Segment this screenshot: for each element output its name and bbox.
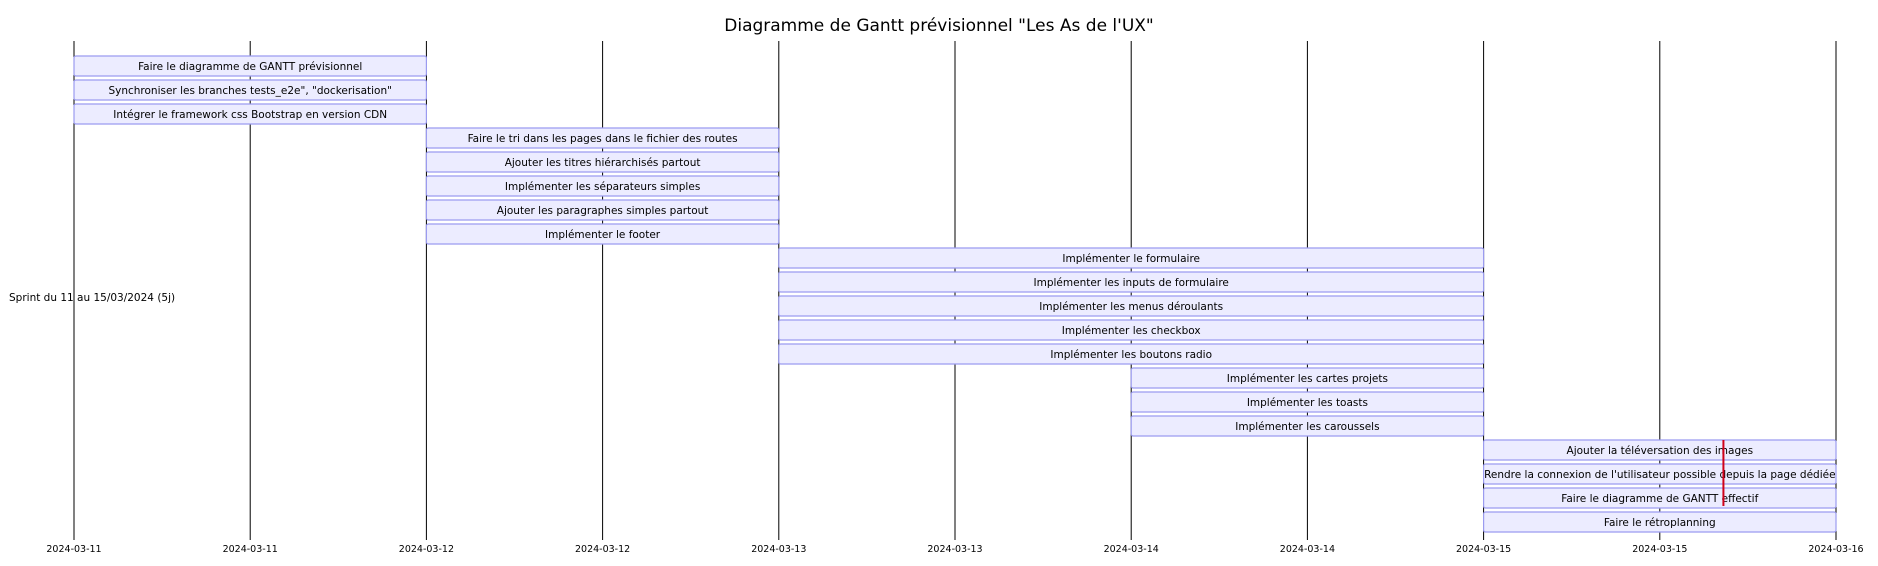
task-label: Ajouter les paragraphes simples partout bbox=[497, 205, 709, 217]
task-label: Implémenter les toasts bbox=[1247, 397, 1368, 409]
task-label: Rendre la connexion de l'utilisateur pos… bbox=[1484, 469, 1835, 481]
x-tick-label: 2024-03-13 bbox=[927, 544, 982, 555]
x-tick-label: 2024-03-15 bbox=[1632, 544, 1687, 555]
task-label: Faire le tri dans les pages dans le fich… bbox=[468, 133, 738, 145]
task-label: Synchroniser les branches tests_e2e", "d… bbox=[108, 85, 392, 97]
x-tick-label: 2024-03-13 bbox=[751, 544, 806, 555]
task-label: Faire le diagramme de GANTT prévisionnel bbox=[138, 61, 362, 73]
x-tick-label: 2024-03-14 bbox=[1280, 544, 1335, 555]
task-label: Implémenter les cartes projets bbox=[1227, 373, 1388, 385]
task-label: Implémenter les séparateurs simples bbox=[505, 181, 700, 193]
task-label: Implémenter le formulaire bbox=[1062, 253, 1200, 265]
task-label: Implémenter les caroussels bbox=[1235, 421, 1379, 433]
task-label: Ajouter la téléversation des images bbox=[1567, 445, 1754, 457]
task-label: Intégrer le framework css Bootstrap en v… bbox=[113, 109, 387, 121]
task-label: Implémenter les menus déroulants bbox=[1039, 301, 1223, 313]
x-tick-label: 2024-03-12 bbox=[399, 544, 454, 555]
x-tick-label: 2024-03-14 bbox=[1104, 544, 1159, 555]
section-label: Sprint du 11 au 15/03/2024 (5j) bbox=[9, 292, 175, 304]
chart-title: Diagramme de Gantt prévisionnel "Les As … bbox=[724, 16, 1154, 36]
task-label: Ajouter les titres hiérarchisés partout bbox=[505, 157, 701, 169]
x-tick-label: 2024-03-11 bbox=[223, 544, 278, 555]
task-label: Implémenter les inputs de formulaire bbox=[1034, 277, 1229, 289]
x-axis-ticks: 2024-03-11 2024-03-11 2024-03-12 2024-03-12… bbox=[46, 544, 1863, 555]
x-tick-label: 2024-03-11 bbox=[46, 544, 101, 555]
x-tick-label: 2024-03-12 bbox=[575, 544, 630, 555]
task-label: Implémenter les boutons radio bbox=[1050, 349, 1212, 361]
x-tick-label: 2024-03-16 bbox=[1808, 544, 1863, 555]
task-label: Faire le diagramme de GANTT effectif bbox=[1561, 493, 1758, 505]
x-tick-label: 2024-03-15 bbox=[1456, 544, 1511, 555]
task-label: Implémenter le footer bbox=[545, 229, 661, 241]
task-label: Faire le rétroplanning bbox=[1604, 517, 1716, 529]
gantt-chart: Diagramme de Gantt prévisionnel "Les As … bbox=[9, 16, 1864, 555]
task-label: Implémenter les checkbox bbox=[1062, 325, 1201, 337]
